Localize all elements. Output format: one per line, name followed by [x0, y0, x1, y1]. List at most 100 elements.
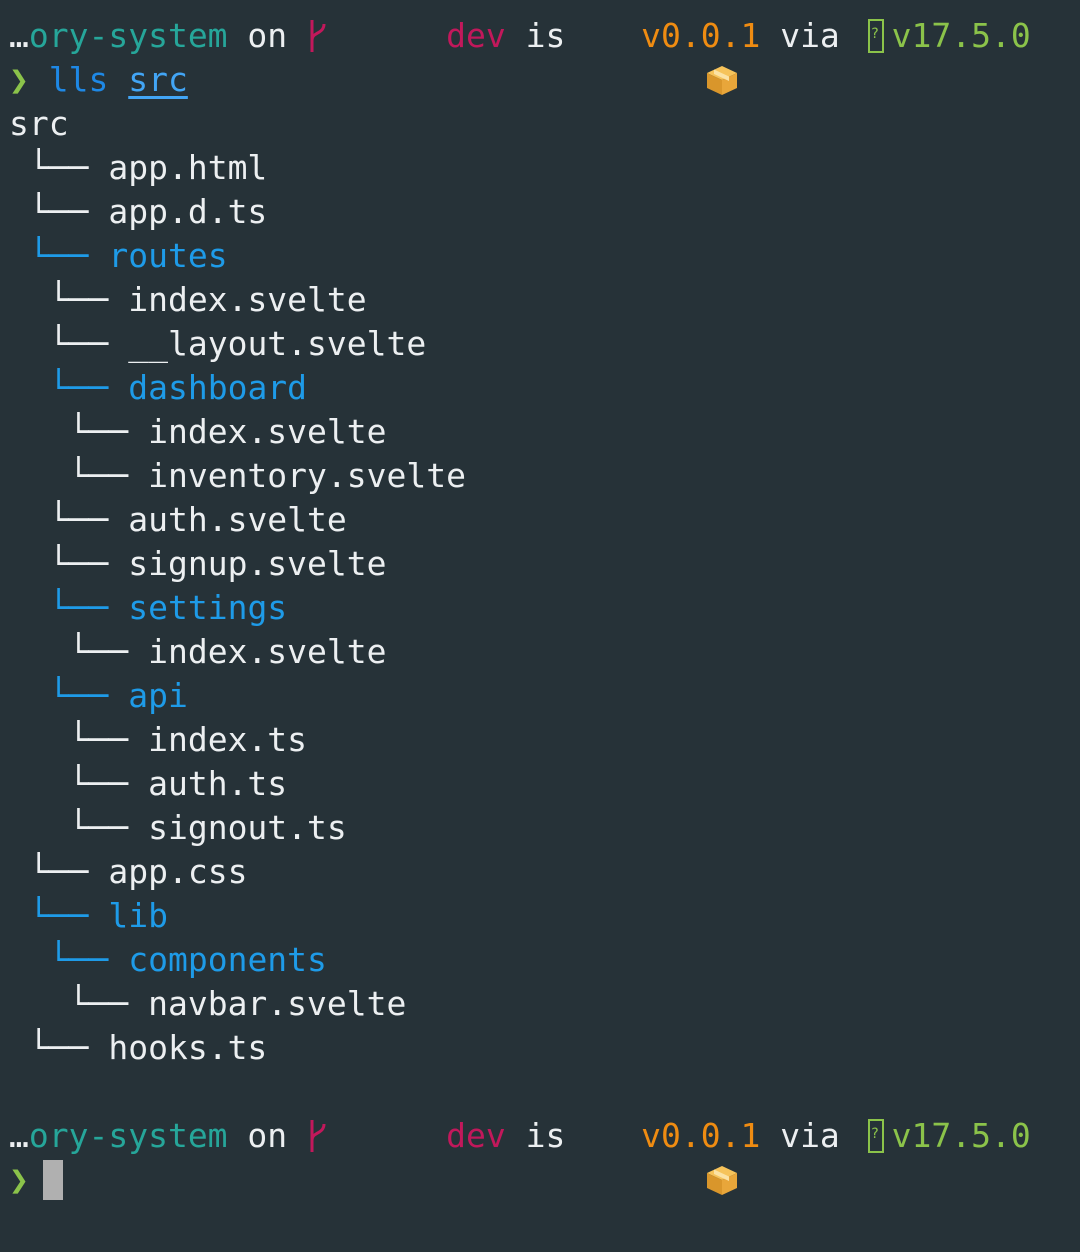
tree-branch-glyph: └── — [68, 984, 129, 1023]
prompt-via-text: via — [760, 16, 860, 55]
tree-folder-row: └── routes — [9, 234, 1080, 278]
prompt-via-text: via — [760, 1116, 860, 1155]
node-version: v17.5.0 — [891, 1116, 1031, 1155]
tree-branch-glyph: └── — [48, 588, 109, 627]
file-name: app.css — [108, 852, 248, 891]
current-directory: ory-system — [28, 16, 228, 55]
tree-file-row: └── index.svelte — [9, 410, 1080, 454]
tree-folder-row: └── dashboard — [9, 366, 1080, 410]
command-argument[interactable]: src — [128, 58, 188, 102]
file-name: index.svelte — [128, 280, 367, 319]
tree-root-label: src — [9, 104, 69, 143]
prompt-on-text: on — [227, 16, 308, 55]
tree-file-row: └── app.html — [9, 146, 1080, 190]
folder-name: components — [128, 940, 327, 979]
file-name: index.svelte — [148, 412, 387, 451]
file-name: inventory.svelte — [148, 456, 466, 495]
node-version: v17.5.0 — [891, 16, 1031, 55]
terminal-cursor[interactable] — [42, 1160, 63, 1200]
file-name: signup.svelte — [128, 544, 387, 583]
nodejs-icon — [867, 19, 884, 53]
file-name: hooks.ts — [108, 1028, 268, 1067]
tree-file-row: └── app.d.ts — [9, 190, 1080, 234]
tree-branch-glyph: └── — [48, 368, 109, 407]
dir-ellipsis: … — [9, 16, 29, 55]
file-name: __layout.svelte — [128, 324, 427, 363]
tree-branch-glyph: └── — [48, 280, 109, 319]
file-name: app.html — [108, 148, 268, 187]
folder-name: api — [128, 676, 188, 715]
file-name: auth.svelte — [128, 500, 347, 539]
file-name: index.svelte — [148, 632, 387, 671]
tree-file-row: └── index.svelte — [9, 630, 1080, 674]
tree-branch-glyph: └── — [68, 632, 129, 671]
tree-file-row: └── inventory.svelte — [9, 454, 1080, 498]
file-name: app.d.ts — [108, 192, 268, 231]
input-line[interactable]: ❯ — [9, 1158, 1080, 1202]
tree-branch-glyph: └── — [48, 676, 109, 715]
tree-branch-glyph: └── — [48, 500, 109, 539]
tree-branch-glyph: └── — [68, 720, 129, 759]
tree-file-row: └── auth.ts — [9, 762, 1080, 806]
file-name: auth.ts — [148, 764, 288, 803]
file-name: index.ts — [148, 720, 308, 759]
tree-branch-glyph: └── — [68, 764, 129, 803]
tree-listing: └── app.html └── app.d.ts └── routes └──… — [9, 146, 1080, 1070]
tree-branch-glyph: └── — [28, 148, 89, 187]
tree-branch-glyph: └── — [28, 1028, 89, 1067]
tree-branch-glyph: └── — [68, 412, 129, 451]
terminal-window[interactable]: … ory-system on dev is v0.0.1 via v17.5.… — [9, 14, 1080, 1202]
tree-branch-glyph: └── — [48, 544, 109, 583]
tree-branch-glyph: └── — [68, 456, 129, 495]
tree-file-row: └── navbar.svelte — [9, 982, 1080, 1026]
folder-name: routes — [108, 236, 228, 275]
file-name: signout.ts — [148, 808, 347, 847]
package-box-icon — [585, 19, 738, 95]
tree-folder-row: └── settings — [9, 586, 1080, 630]
tree-branch-glyph: └── — [48, 324, 109, 363]
tree-folder-row: └── lib — [9, 894, 1080, 938]
file-name: navbar.svelte — [148, 984, 407, 1023]
git-branch-name: dev — [446, 1116, 506, 1155]
tree-folder-row: └── components — [9, 938, 1080, 982]
